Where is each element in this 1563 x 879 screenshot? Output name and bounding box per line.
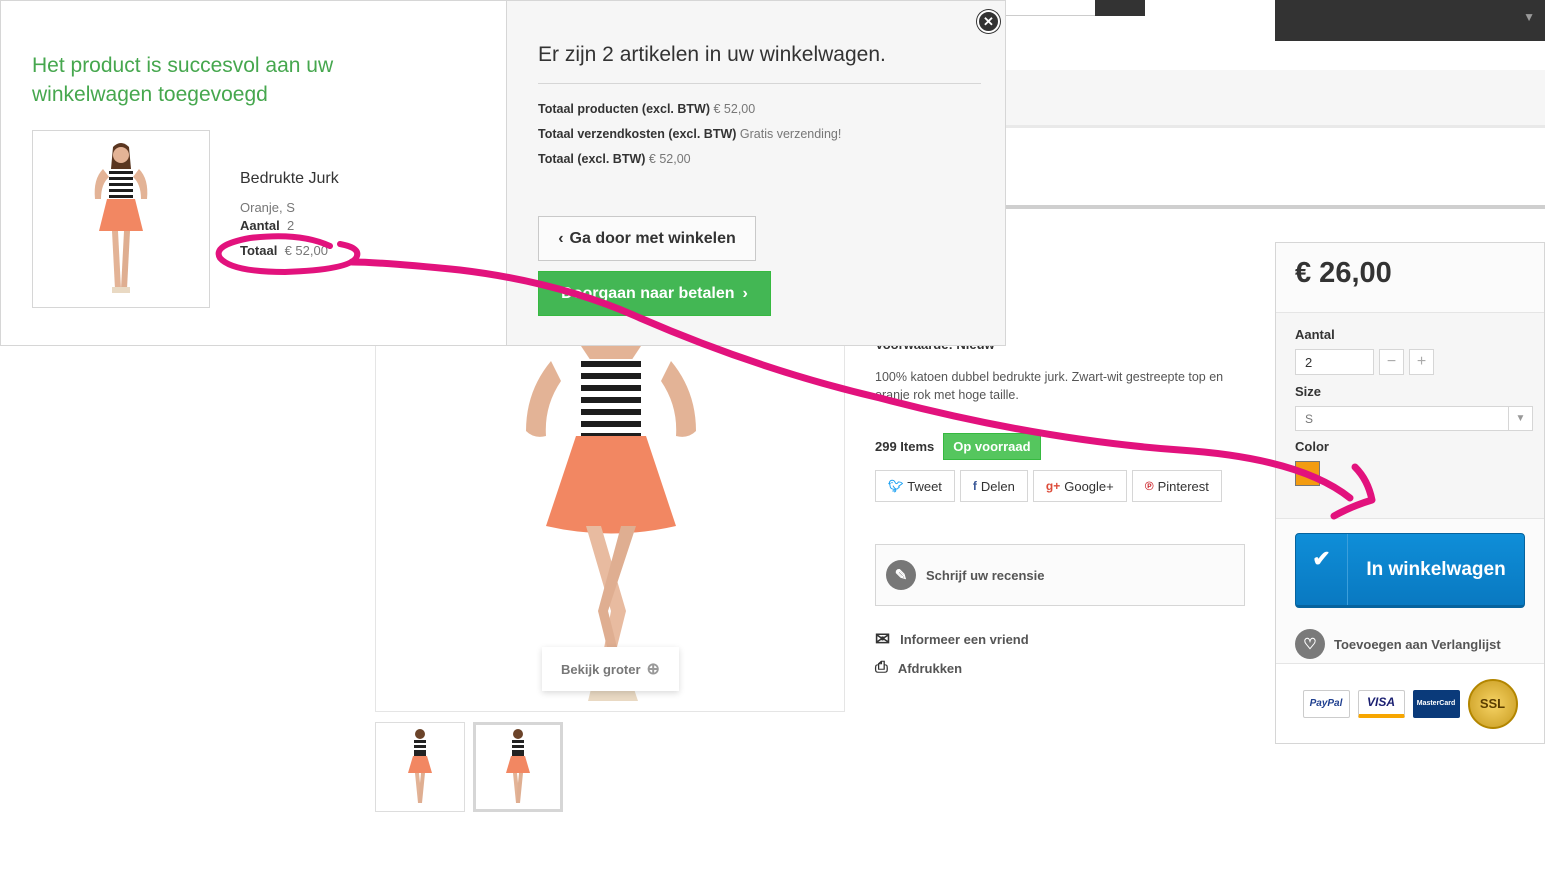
stock-info: 299 Items Op voorraad [875, 433, 1041, 460]
tweet-button[interactable]: 🐦︎ Tweet [875, 470, 955, 502]
pinterest-share-button[interactable]: ℗ Pinterest [1131, 470, 1222, 502]
chevron-left-icon: ‹ [558, 229, 564, 247]
cart-confirmation-modal: Het product is succesvol aan uw winkelwa… [0, 0, 1006, 346]
plus-icon[interactable]: + [1409, 349, 1434, 375]
quantity-label: Aantal [1295, 327, 1335, 342]
buy-box: € 26,00 Aantal 2 − + Size S ▼ Color ✔ In… [1275, 242, 1545, 744]
payment-logos: PayPal VISA MasterCard SSL [1276, 663, 1544, 743]
added-product-image [32, 130, 210, 308]
stock-status-badge: Op voorraad [943, 433, 1041, 460]
grand-total-label: Totaal (excl. BTW) [538, 152, 646, 166]
add-to-cart-button[interactable]: ✔ In winkelwagen [1295, 533, 1525, 608]
mastercard-icon: MasterCard [1412, 689, 1460, 718]
facebook-label: Delen [980, 478, 1015, 494]
review-label: Schrijf uw recensie [926, 567, 1045, 583]
shipping-value: Gratis verzending! [739, 127, 842, 141]
dress-thumbnail [94, 143, 148, 293]
checkmark-icon: ✔ [1296, 534, 1348, 605]
cart-summary-panel: Er zijn 2 artikelen in uw winkelwagen. T… [506, 1, 1005, 345]
pencil-icon: ✎ [886, 560, 916, 590]
product-thumbnail-active[interactable] [473, 722, 563, 812]
add-to-cart-label: In winkelwagen [1366, 558, 1506, 580]
envelope-icon: ✉ [875, 629, 891, 649]
quantity-input[interactable]: 2 [1295, 349, 1374, 375]
color-swatch-orange[interactable] [1295, 461, 1320, 486]
tell-friend-link[interactable]: ✉ Informeer een vriend [875, 629, 1029, 650]
heart-icon: ♡ [1295, 629, 1325, 659]
tell-friend-label: Informeer een vriend [900, 632, 1029, 647]
total-label: Totaal [240, 243, 278, 258]
title-divider [1005, 205, 1545, 209]
size-value: S [1305, 411, 1314, 426]
close-icon[interactable]: ✕ [977, 10, 1000, 33]
chevron-right-icon: › [742, 284, 748, 302]
pinterest-icon: ℗ [1144, 479, 1154, 493]
added-product-name: Bedrukte Jurk [240, 170, 339, 187]
shipping-line: Totaal verzendkosten (excl. BTW) Gratis … [538, 127, 841, 141]
header-cart-bar[interactable]: ▼ [1275, 0, 1545, 41]
product-description: 100% katoen dubbel bedrukte jurk. Zwart-… [875, 370, 1224, 402]
product-price: € 26,00 [1276, 243, 1544, 313]
print-label: Afdrukken [897, 660, 963, 676]
product-thumbnail[interactable] [375, 722, 465, 812]
grand-total-value: € 52,00 [648, 152, 691, 166]
zoom-button[interactable]: Bekijk groter ⊕ [542, 647, 679, 691]
googleplus-icon: g+ [1045, 479, 1061, 493]
added-product-total: Totaal € 52,00 [240, 243, 328, 258]
add-to-wishlist-link[interactable]: ♡ Toevoegen aan Verlanglijst [1295, 629, 1501, 659]
color-label: Color [1295, 439, 1329, 454]
quantity-value: 2 [286, 218, 295, 233]
facebook-icon: f [972, 479, 977, 493]
minus-icon[interactable]: − [1379, 349, 1404, 375]
shipping-label: Totaal verzendkosten (excl. BTW) [538, 127, 737, 141]
write-review-button[interactable]: ✎ Schrijf uw recensie [875, 544, 1245, 606]
continue-label: Ga door met winkelen [569, 229, 736, 247]
total-value: € 52,00 [284, 243, 328, 258]
googleplus-label: Google+ [1064, 478, 1114, 494]
wishlist-label: Toevoegen aan Verlanglijst [1334, 636, 1501, 652]
added-product-quantity: Aantal 2 [240, 218, 294, 233]
quantity-label: Aantal [240, 218, 280, 233]
checkout-label: Doorgaan naar betalen [561, 284, 735, 302]
total-products-label: Totaal producten (excl. BTW) [538, 102, 710, 116]
quantity-stepper: 2 − + [1295, 349, 1544, 375]
print-link[interactable]: ⎙ Afdrukken [875, 659, 962, 677]
added-product-attributes: Oranje, S [240, 200, 295, 215]
size-label: Size [1295, 384, 1322, 399]
summary-divider [538, 83, 981, 84]
zoom-label: Bekijk groter [561, 661, 641, 677]
total-products-line: Totaal producten (excl. BTW) € 52,00 [538, 102, 755, 116]
success-message: Het product is succesvol aan uw winkelwa… [32, 54, 334, 106]
stock-count: 299 Items [875, 439, 935, 454]
tweet-label: Tweet [907, 478, 942, 494]
added-product-panel: Het product is succesvol aan uw winkelwa… [1, 1, 506, 345]
ssl-icon: SSL [1467, 678, 1518, 729]
thumbnail-image [408, 729, 432, 803]
breadcrumb [1005, 70, 1545, 128]
googleplus-share-button[interactable]: g+ Google+ [1032, 470, 1127, 502]
total-products-value: € 52,00 [713, 102, 756, 116]
facebook-share-button[interactable]: f Delen [959, 470, 1028, 502]
size-select[interactable]: S ▼ [1295, 406, 1533, 431]
visa-icon: VISA [1357, 689, 1405, 718]
main-product-image[interactable]: Bekijk groter ⊕ [375, 320, 845, 712]
paypal-icon: PayPal [1302, 689, 1350, 718]
social-share-bar: 🐦︎ Tweet f Delen g+ Google+ ℗ Pinterest [875, 470, 1222, 502]
twitter-icon: 🐦︎ [888, 479, 904, 493]
zoom-in-icon: ⊕ [646, 661, 660, 678]
search-input[interactable] [1005, 0, 1095, 16]
search-button[interactable] [1095, 0, 1145, 16]
product-options: Aantal 2 − + Size S ▼ Color [1276, 313, 1544, 519]
pinterest-label: Pinterest [1157, 478, 1209, 494]
chevron-down-icon: ▼ [1508, 407, 1532, 430]
checkout-button[interactable]: Doorgaan naar betalen › [538, 271, 771, 316]
printer-icon: ⎙ [875, 659, 888, 676]
chevron-down-icon: ▼ [1523, 10, 1535, 24]
grand-total-line: Totaal (excl. BTW) € 52,00 [538, 152, 691, 166]
thumbnail-image [506, 729, 530, 803]
cart-count-heading: Er zijn 2 artikelen in uw winkelwagen. [538, 43, 886, 66]
continue-shopping-button[interactable]: ‹ Ga door met winkelen [538, 216, 756, 261]
